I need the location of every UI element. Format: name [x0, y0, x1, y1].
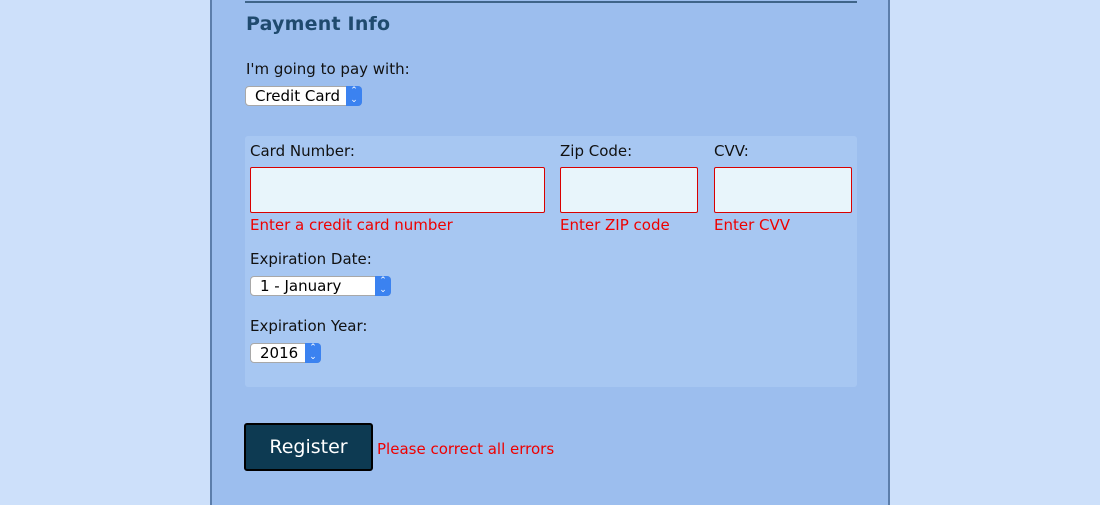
- card-number-input[interactable]: [250, 167, 545, 213]
- select-arrows-icon: ⌃ ⌄: [375, 276, 391, 296]
- card-details-panel: Card Number: Enter a credit card number …: [245, 136, 857, 387]
- cvv-input[interactable]: [714, 167, 852, 213]
- payment-method-value: Credit Card: [255, 87, 340, 105]
- zip-code-label: Zip Code:: [560, 142, 633, 160]
- section-title: Payment Info: [246, 13, 391, 35]
- section-divider: [245, 1, 857, 3]
- expiration-year-label: Expiration Year:: [250, 317, 368, 335]
- form-error-message: Please correct all errors: [377, 440, 555, 458]
- expiration-year-select[interactable]: 2016 ⌃ ⌄: [250, 343, 321, 363]
- select-arrows-icon: ⌃ ⌄: [305, 343, 321, 363]
- cvv-error: Enter CVV: [714, 216, 791, 234]
- zip-code-error: Enter ZIP code: [560, 216, 670, 234]
- card-number-error: Enter a credit card number: [250, 216, 453, 234]
- register-button[interactable]: Register: [244, 423, 373, 471]
- card-number-label: Card Number:: [250, 142, 355, 160]
- registration-form: Payment Info I'm going to pay with: Cred…: [210, 0, 890, 505]
- expiration-date-label: Expiration Date:: [250, 250, 372, 268]
- expiration-date-value: 1 - January: [260, 277, 342, 295]
- payment-method-select[interactable]: Credit Card ⌃ ⌄: [245, 86, 362, 106]
- payment-method-label: I'm going to pay with:: [246, 60, 410, 78]
- expiration-date-select[interactable]: 1 - January ⌃ ⌄: [250, 276, 391, 296]
- expiration-year-value: 2016: [260, 344, 299, 362]
- select-arrows-icon: ⌃ ⌄: [346, 86, 362, 106]
- cvv-label: CVV:: [714, 142, 749, 160]
- zip-code-input[interactable]: [560, 167, 698, 213]
